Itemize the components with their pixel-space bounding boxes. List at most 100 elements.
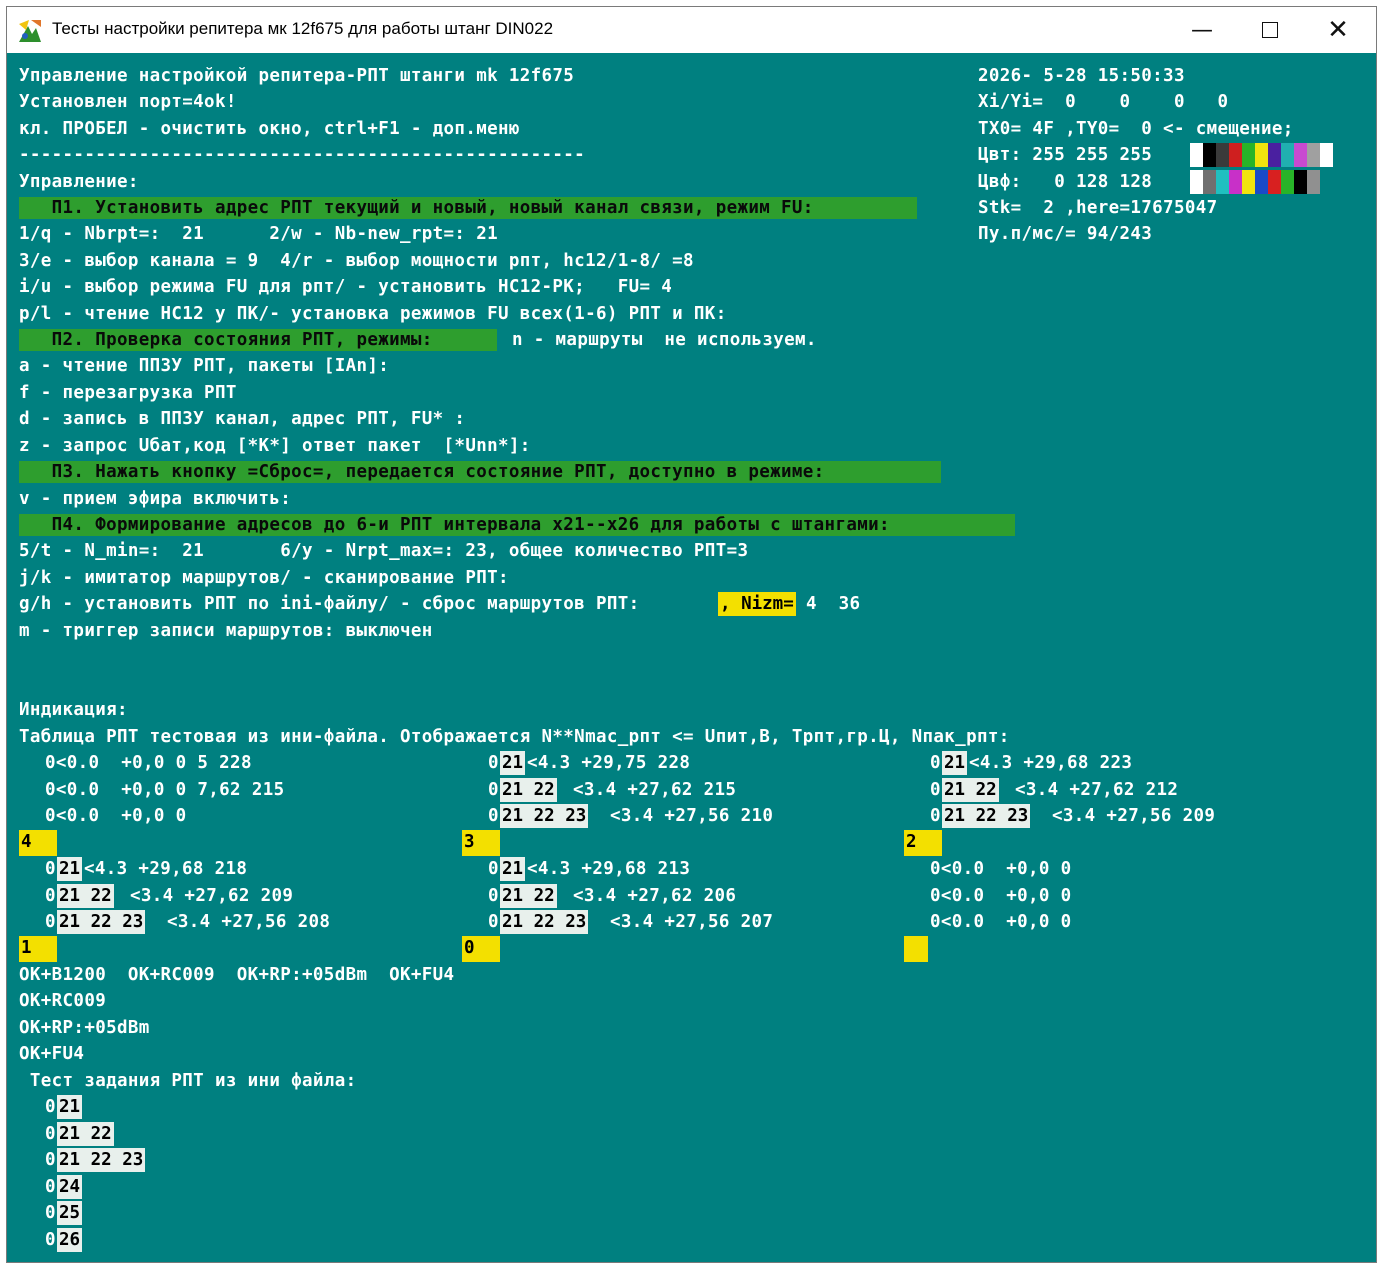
palette-swatch [1294, 170, 1307, 194]
rpt-chain: 21 22 23 [500, 804, 589, 828]
cmd-line-5: a - чтение ППЗУ РПТ, пакеты [IAn]: [19, 356, 390, 376]
palette-swatch [1203, 170, 1216, 194]
rpt-chain: 21 22 23 [57, 910, 146, 934]
close-icon: ✕ [1327, 15, 1349, 45]
rpt-chain: 21 [942, 751, 968, 775]
section-p2-note: n - маршруты не используем. [512, 330, 817, 350]
status-offset: TX0= 4F ,TY0= 0 <- смещение; [978, 119, 1294, 139]
rpt-row: 0<0.0 +0,0 0 [45, 806, 187, 826]
counter-badge: 2 [904, 830, 942, 856]
status-color-bg: Цвф: 0 128 128 [978, 172, 1153, 192]
test-lead: 0 [45, 1150, 56, 1170]
rpt-lead: 0 [45, 859, 56, 879]
minimize-icon: — [1191, 17, 1213, 43]
test-lead: 0 [45, 1097, 56, 1117]
test-chain: 24 [57, 1175, 83, 1199]
table-title: Таблица РПТ тестовая из ини-файла. Отобр… [19, 727, 1010, 747]
rpt-row: <4.3 +29,75 228 [527, 753, 691, 773]
rpt-chain: 21 22 23 [942, 804, 1031, 828]
status-pu: Пу.п/мс/= 94/243 [978, 224, 1153, 244]
rpt-lead: 0 [488, 753, 499, 773]
cmd-line-7: d - запись в ППЗУ канал, адрес РПТ, FU* … [19, 409, 466, 429]
rpt-lead: 0 [488, 912, 499, 932]
test-lead: 0 [45, 1203, 56, 1223]
rpt-chain: 21 22 [57, 884, 114, 908]
rpt-row: <3.4 +27,62 206 [573, 886, 737, 906]
cmd-line-9: v - прием эфира включить: [19, 489, 292, 509]
rpt-lead: 0 [930, 806, 941, 826]
palette-swatch [1255, 143, 1268, 167]
test-lead: 0 [45, 1177, 56, 1197]
counter-badge: 3 [462, 830, 500, 856]
test-lead: 0 [45, 1230, 56, 1250]
rpt-row: <3.4 +27,56 209 [1052, 806, 1216, 826]
close-button[interactable]: ✕ [1304, 7, 1372, 53]
palette-swatch [1216, 143, 1229, 167]
cmd-line-11: j/k - имитатор маршрутов/ - сканирование… [19, 568, 509, 588]
rpt-chain: 21 22 [942, 778, 999, 802]
hc12-response-3: OK+RP:+05dBm [19, 1018, 150, 1038]
counter-badge: 4 [19, 830, 57, 856]
palette-swatch [1320, 143, 1333, 167]
rpt-chain: 21 [57, 857, 83, 881]
app-icon [19, 20, 41, 42]
rpt-lead: 0 [930, 780, 941, 800]
window-title: Тесты настройки репитера мк 12f675 для р… [52, 19, 554, 38]
palette-swatch [1229, 143, 1242, 167]
test-chain: 21 22 23 [57, 1148, 146, 1172]
test-chain: 26 [57, 1228, 83, 1252]
cmd-line-2: 3/e - выбор канала = 9 4/r - выбор мощно… [19, 251, 694, 271]
hc12-response-2: OK+RC009 [19, 991, 107, 1011]
maximize-button[interactable] [1236, 7, 1304, 53]
maximize-icon [1262, 22, 1278, 38]
rpt-chain: 21 22 [500, 884, 557, 908]
test-chain: 21 [57, 1095, 83, 1119]
nizm-value: 4 36 [806, 594, 861, 614]
palette-swatch [1281, 170, 1294, 194]
rpt-lead: 0 [45, 912, 56, 932]
section-p1-title: П1. Установить адрес РПТ текущий и новый… [19, 198, 814, 218]
cmd-line-10: 5/t - N_min=: 21 6/y - Nrpt_max=: 23, об… [19, 541, 749, 561]
rpt-lead: 0 [45, 886, 56, 906]
divider-line: ----------------------------------------… [19, 145, 586, 165]
rpt-row: 0<0.0 +0,0 0 [930, 912, 1072, 932]
rpt-row: <3.4 +27,56 208 [167, 912, 331, 932]
status-xiyi: Xi/Yi= 0 0 0 0 [978, 92, 1229, 112]
rpt-row: <3.4 +27,56 207 [610, 912, 774, 932]
rpt-row: 0<0.0 +0,0 0 7,62 215 [45, 780, 285, 800]
rpt-row: <3.4 +27,62 215 [573, 780, 737, 800]
test-heading: Тест задания РПТ из ини файла: [19, 1071, 357, 1091]
cmd-line-1: 1/q - Nbrpt=: 21 2/w - Nb-new_rpt=: 21 [19, 224, 498, 244]
cmd-line-12: g/h - установить РПТ по ini-файлу/ - сбр… [19, 594, 640, 614]
test-chain: 21 22 [57, 1122, 114, 1146]
status-color-fg: Цвт: 255 255 255 [978, 145, 1153, 165]
rpt-row: 0<0.0 +0,0 0 5 228 [45, 753, 252, 773]
palette-swatch [1268, 143, 1281, 167]
rpt-row: 0<0.0 +0,0 0 [930, 859, 1072, 879]
console-area[interactable]: Управление настройкой репитера-РПТ штанг… [7, 53, 1376, 1262]
indication-heading: Индикация: [19, 700, 128, 720]
palette-swatch [1294, 143, 1307, 167]
cmd-line-8: z - запрос Uбат,код [*K*] ответ пакет [*… [19, 436, 531, 456]
section-p3-title: П3. Нажать кнопку =Сброс=, передается со… [19, 462, 825, 482]
header-line-3: кл. ПРОБЕЛ - очистить окно, ctrl+F1 - до… [19, 119, 520, 139]
test-lead: 0 [45, 1124, 56, 1144]
rpt-lead: 0 [488, 886, 499, 906]
palette-swatch [1229, 170, 1242, 194]
header-line-2: Установлен порт=4ok! [19, 92, 237, 112]
rpt-row: <4.3 +29,68 218 [84, 859, 248, 879]
rpt-row: <4.3 +29,68 223 [969, 753, 1133, 773]
rpt-lead: 0 [488, 806, 499, 826]
rpt-row: 0<0.0 +0,0 0 [930, 886, 1072, 906]
rpt-row: <3.4 +27,62 212 [1015, 780, 1179, 800]
status-datetime: 2026- 5-28 15:50:33 [978, 66, 1185, 86]
rpt-row: <3.4 +27,56 210 [610, 806, 774, 826]
status-stack: Stk= 2 ,here=17675047 [978, 198, 1218, 218]
title-bar[interactable]: Тесты настройки репитера мк 12f675 для р… [7, 7, 1376, 53]
section-p2-title: П2. Проверка состояния РПТ, режимы: [19, 330, 444, 350]
rpt-row: <4.3 +29,68 213 [527, 859, 691, 879]
minimize-button[interactable]: — [1168, 7, 1236, 53]
rpt-chain: 21 [500, 857, 526, 881]
section-p4-title: П4. Формирование адресов до 6-и РПТ инте… [19, 515, 890, 535]
cmd-line-4: p/l - чтение HC12 у ПК/- установка режим… [19, 304, 727, 324]
